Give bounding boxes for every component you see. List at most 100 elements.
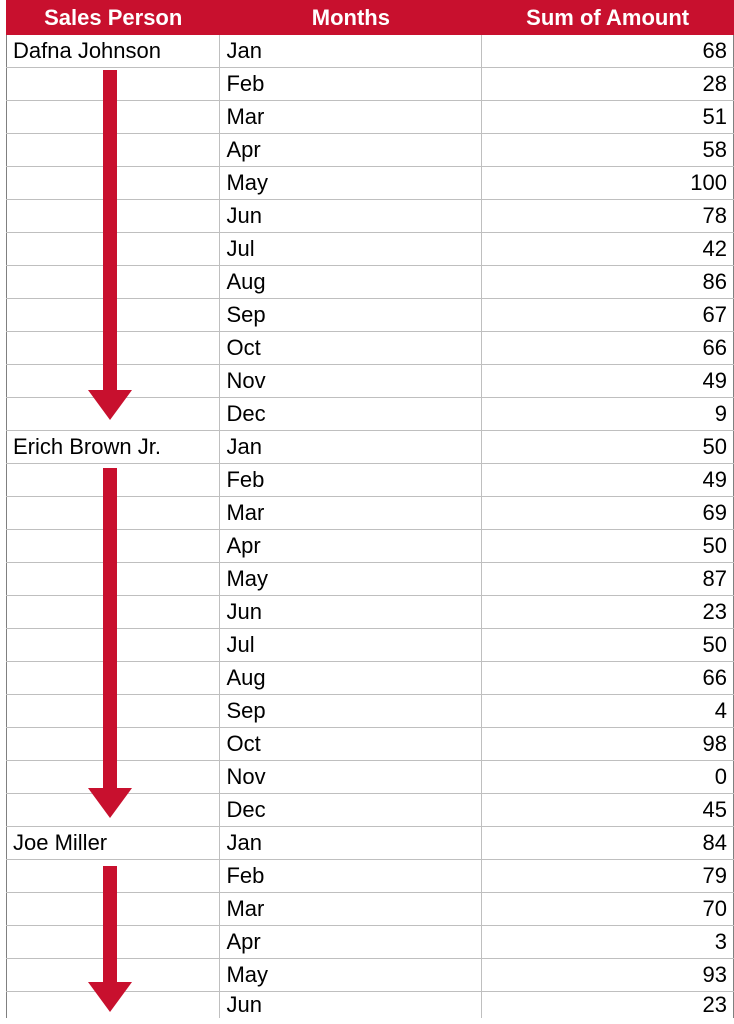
cell-sales-person[interactable] <box>7 728 220 761</box>
table-row[interactable]: Mar51 <box>7 101 734 134</box>
cell-sales-person[interactable] <box>7 365 220 398</box>
cell-sales-person[interactable] <box>7 464 220 497</box>
cell-amount[interactable]: 87 <box>482 563 734 596</box>
cell-amount[interactable]: 23 <box>482 992 734 1019</box>
cell-amount[interactable]: 66 <box>482 662 734 695</box>
cell-month[interactable]: Jun <box>220 200 482 233</box>
cell-sales-person[interactable] <box>7 530 220 563</box>
cell-sales-person[interactable] <box>7 233 220 266</box>
cell-sales-person[interactable] <box>7 860 220 893</box>
cell-month[interactable]: Mar <box>220 101 482 134</box>
cell-sales-person[interactable]: Erich Brown Jr. <box>7 431 220 464</box>
cell-sales-person[interactable] <box>7 167 220 200</box>
table-row[interactable]: Nov0 <box>7 761 734 794</box>
table-row[interactable]: Apr50 <box>7 530 734 563</box>
cell-sales-person[interactable] <box>7 398 220 431</box>
cell-month[interactable]: Jun <box>220 596 482 629</box>
cell-amount[interactable]: 86 <box>482 266 734 299</box>
table-row[interactable]: Erich Brown Jr.Jan50 <box>7 431 734 464</box>
table-row[interactable]: Jun23 <box>7 992 734 1019</box>
table-row[interactable]: Joe MillerJan84 <box>7 827 734 860</box>
cell-amount[interactable]: 67 <box>482 299 734 332</box>
cell-amount[interactable]: 79 <box>482 860 734 893</box>
cell-sales-person[interactable] <box>7 596 220 629</box>
cell-amount[interactable]: 3 <box>482 926 734 959</box>
cell-sales-person[interactable] <box>7 761 220 794</box>
cell-month[interactable]: Nov <box>220 365 482 398</box>
cell-sales-person[interactable] <box>7 266 220 299</box>
cell-sales-person[interactable] <box>7 959 220 992</box>
cell-amount[interactable]: 50 <box>482 530 734 563</box>
cell-amount[interactable]: 68 <box>482 35 734 68</box>
table-row[interactable]: Dec9 <box>7 398 734 431</box>
table-row[interactable]: Jun78 <box>7 200 734 233</box>
cell-month[interactable]: Apr <box>220 926 482 959</box>
table-row[interactable]: Sep4 <box>7 695 734 728</box>
cell-month[interactable]: Feb <box>220 860 482 893</box>
cell-month[interactable]: May <box>220 167 482 200</box>
cell-sales-person[interactable] <box>7 299 220 332</box>
cell-month[interactable]: Jan <box>220 827 482 860</box>
cell-month[interactable]: Mar <box>220 497 482 530</box>
cell-amount[interactable]: 70 <box>482 893 734 926</box>
cell-sales-person[interactable] <box>7 893 220 926</box>
cell-amount[interactable]: 28 <box>482 68 734 101</box>
cell-month[interactable]: Dec <box>220 398 482 431</box>
cell-amount[interactable]: 100 <box>482 167 734 200</box>
cell-amount[interactable]: 0 <box>482 761 734 794</box>
cell-sales-person[interactable] <box>7 662 220 695</box>
table-row[interactable]: Jul50 <box>7 629 734 662</box>
cell-amount[interactable]: 42 <box>482 233 734 266</box>
table-row[interactable]: Dec45 <box>7 794 734 827</box>
cell-month[interactable]: Jan <box>220 35 482 68</box>
cell-month[interactable]: Jul <box>220 233 482 266</box>
cell-sales-person[interactable]: Joe Miller <box>7 827 220 860</box>
cell-sales-person[interactable]: Dafna Johnson <box>7 35 220 68</box>
cell-amount[interactable]: 9 <box>482 398 734 431</box>
table-row[interactable]: Sep67 <box>7 299 734 332</box>
cell-sales-person[interactable] <box>7 926 220 959</box>
table-row[interactable]: Jul42 <box>7 233 734 266</box>
cell-sales-person[interactable] <box>7 629 220 662</box>
cell-month[interactable]: Nov <box>220 761 482 794</box>
cell-sales-person[interactable] <box>7 134 220 167</box>
cell-amount[interactable]: 58 <box>482 134 734 167</box>
cell-month[interactable]: Dec <box>220 794 482 827</box>
cell-month[interactable]: May <box>220 959 482 992</box>
table-row[interactable]: Mar70 <box>7 893 734 926</box>
cell-amount[interactable]: 49 <box>482 365 734 398</box>
cell-sales-person[interactable] <box>7 332 220 365</box>
table-row[interactable]: Apr58 <box>7 134 734 167</box>
cell-sales-person[interactable] <box>7 497 220 530</box>
cell-month[interactable]: Sep <box>220 695 482 728</box>
cell-month[interactable]: Aug <box>220 266 482 299</box>
cell-amount[interactable]: 93 <box>482 959 734 992</box>
table-row[interactable]: Mar69 <box>7 497 734 530</box>
table-row[interactable]: Aug86 <box>7 266 734 299</box>
cell-amount[interactable]: 23 <box>482 596 734 629</box>
table-row[interactable]: Dafna JohnsonJan68 <box>7 35 734 68</box>
cell-amount[interactable]: 4 <box>482 695 734 728</box>
cell-amount[interactable]: 49 <box>482 464 734 497</box>
cell-sales-person[interactable] <box>7 563 220 596</box>
cell-month[interactable]: Jan <box>220 431 482 464</box>
cell-month[interactable]: Mar <box>220 893 482 926</box>
cell-amount[interactable]: 69 <box>482 497 734 530</box>
cell-amount[interactable]: 50 <box>482 629 734 662</box>
cell-month[interactable]: Sep <box>220 299 482 332</box>
cell-month[interactable]: Jul <box>220 629 482 662</box>
table-row[interactable]: Oct98 <box>7 728 734 761</box>
table-row[interactable]: Apr3 <box>7 926 734 959</box>
cell-amount[interactable]: 66 <box>482 332 734 365</box>
cell-amount[interactable]: 45 <box>482 794 734 827</box>
table-row[interactable]: Nov49 <box>7 365 734 398</box>
table-row[interactable]: Jun23 <box>7 596 734 629</box>
cell-month[interactable]: Apr <box>220 134 482 167</box>
table-row[interactable]: Feb49 <box>7 464 734 497</box>
table-row[interactable]: Oct66 <box>7 332 734 365</box>
cell-month[interactable]: Oct <box>220 332 482 365</box>
cell-month[interactable]: Aug <box>220 662 482 695</box>
table-row[interactable]: Aug66 <box>7 662 734 695</box>
table-row[interactable]: Feb28 <box>7 68 734 101</box>
cell-sales-person[interactable] <box>7 68 220 101</box>
